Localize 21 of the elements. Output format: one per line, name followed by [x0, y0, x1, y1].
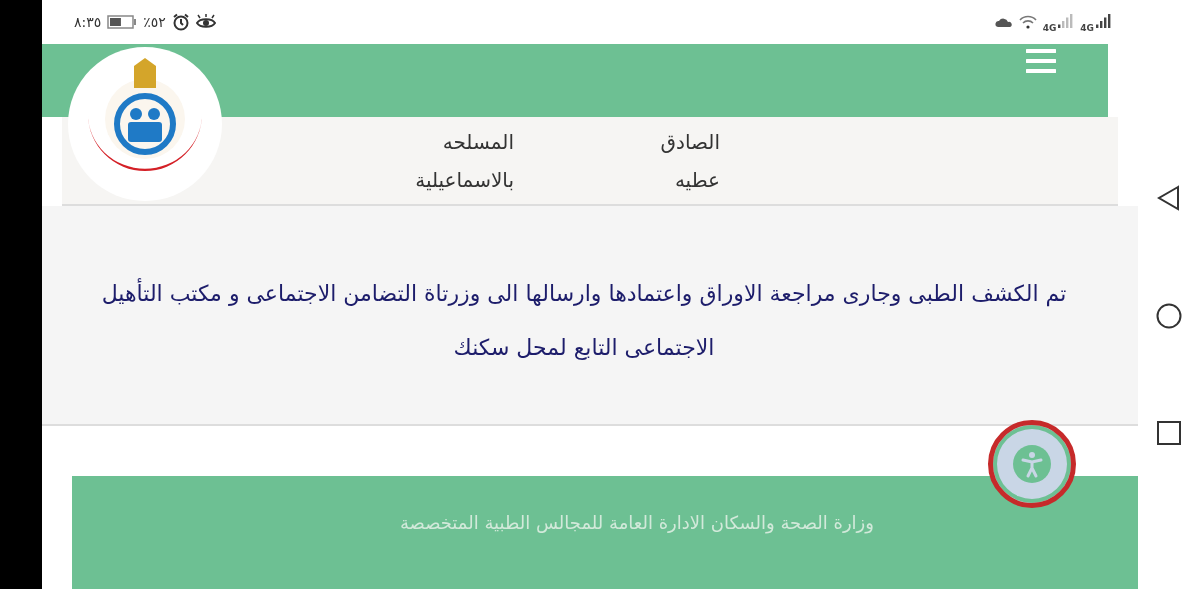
- clock-time: ٨:٣٥: [74, 14, 102, 30]
- network-type-label: 4G: [1042, 23, 1057, 33]
- accessibility-icon: [1013, 445, 1051, 483]
- recents-icon[interactable]: [1157, 420, 1181, 445]
- battery-icon: [107, 15, 138, 29]
- eye-icon: [195, 14, 216, 30]
- wifi-icon: [1018, 15, 1037, 29]
- back-icon[interactable]: [1156, 184, 1182, 211]
- battery-percentage: ٪٥٢: [143, 14, 166, 30]
- network-type-label: 4G: [1080, 23, 1094, 33]
- home-icon[interactable]: [1156, 302, 1182, 329]
- table-cell-text: المسلحه: [441, 129, 514, 154]
- cloud-icon: [994, 17, 1013, 27]
- signal-icon: [1058, 14, 1075, 30]
- table-cell-text: بالاسماعيلية: [414, 167, 514, 192]
- alarm-clock-icon: [171, 13, 190, 31]
- status-message: تم الكشف الطبى وجارى مراجعة الاوراق واعتمادها وارسالها الى وزرتاة التضامن الاجتماعى و مكتب التأهيل الاجتماعى التابع لمحل سكنك: [82, 267, 1086, 375]
- signal-icon: [1096, 14, 1112, 30]
- table-cell-text: عطيه: [673, 167, 720, 192]
- table-cell-text: الصادق: [659, 129, 720, 154]
- footer-text: وزارة الصحة والسكان الادارة العامة للمجالس الطبية المتخصصة: [399, 512, 874, 533]
